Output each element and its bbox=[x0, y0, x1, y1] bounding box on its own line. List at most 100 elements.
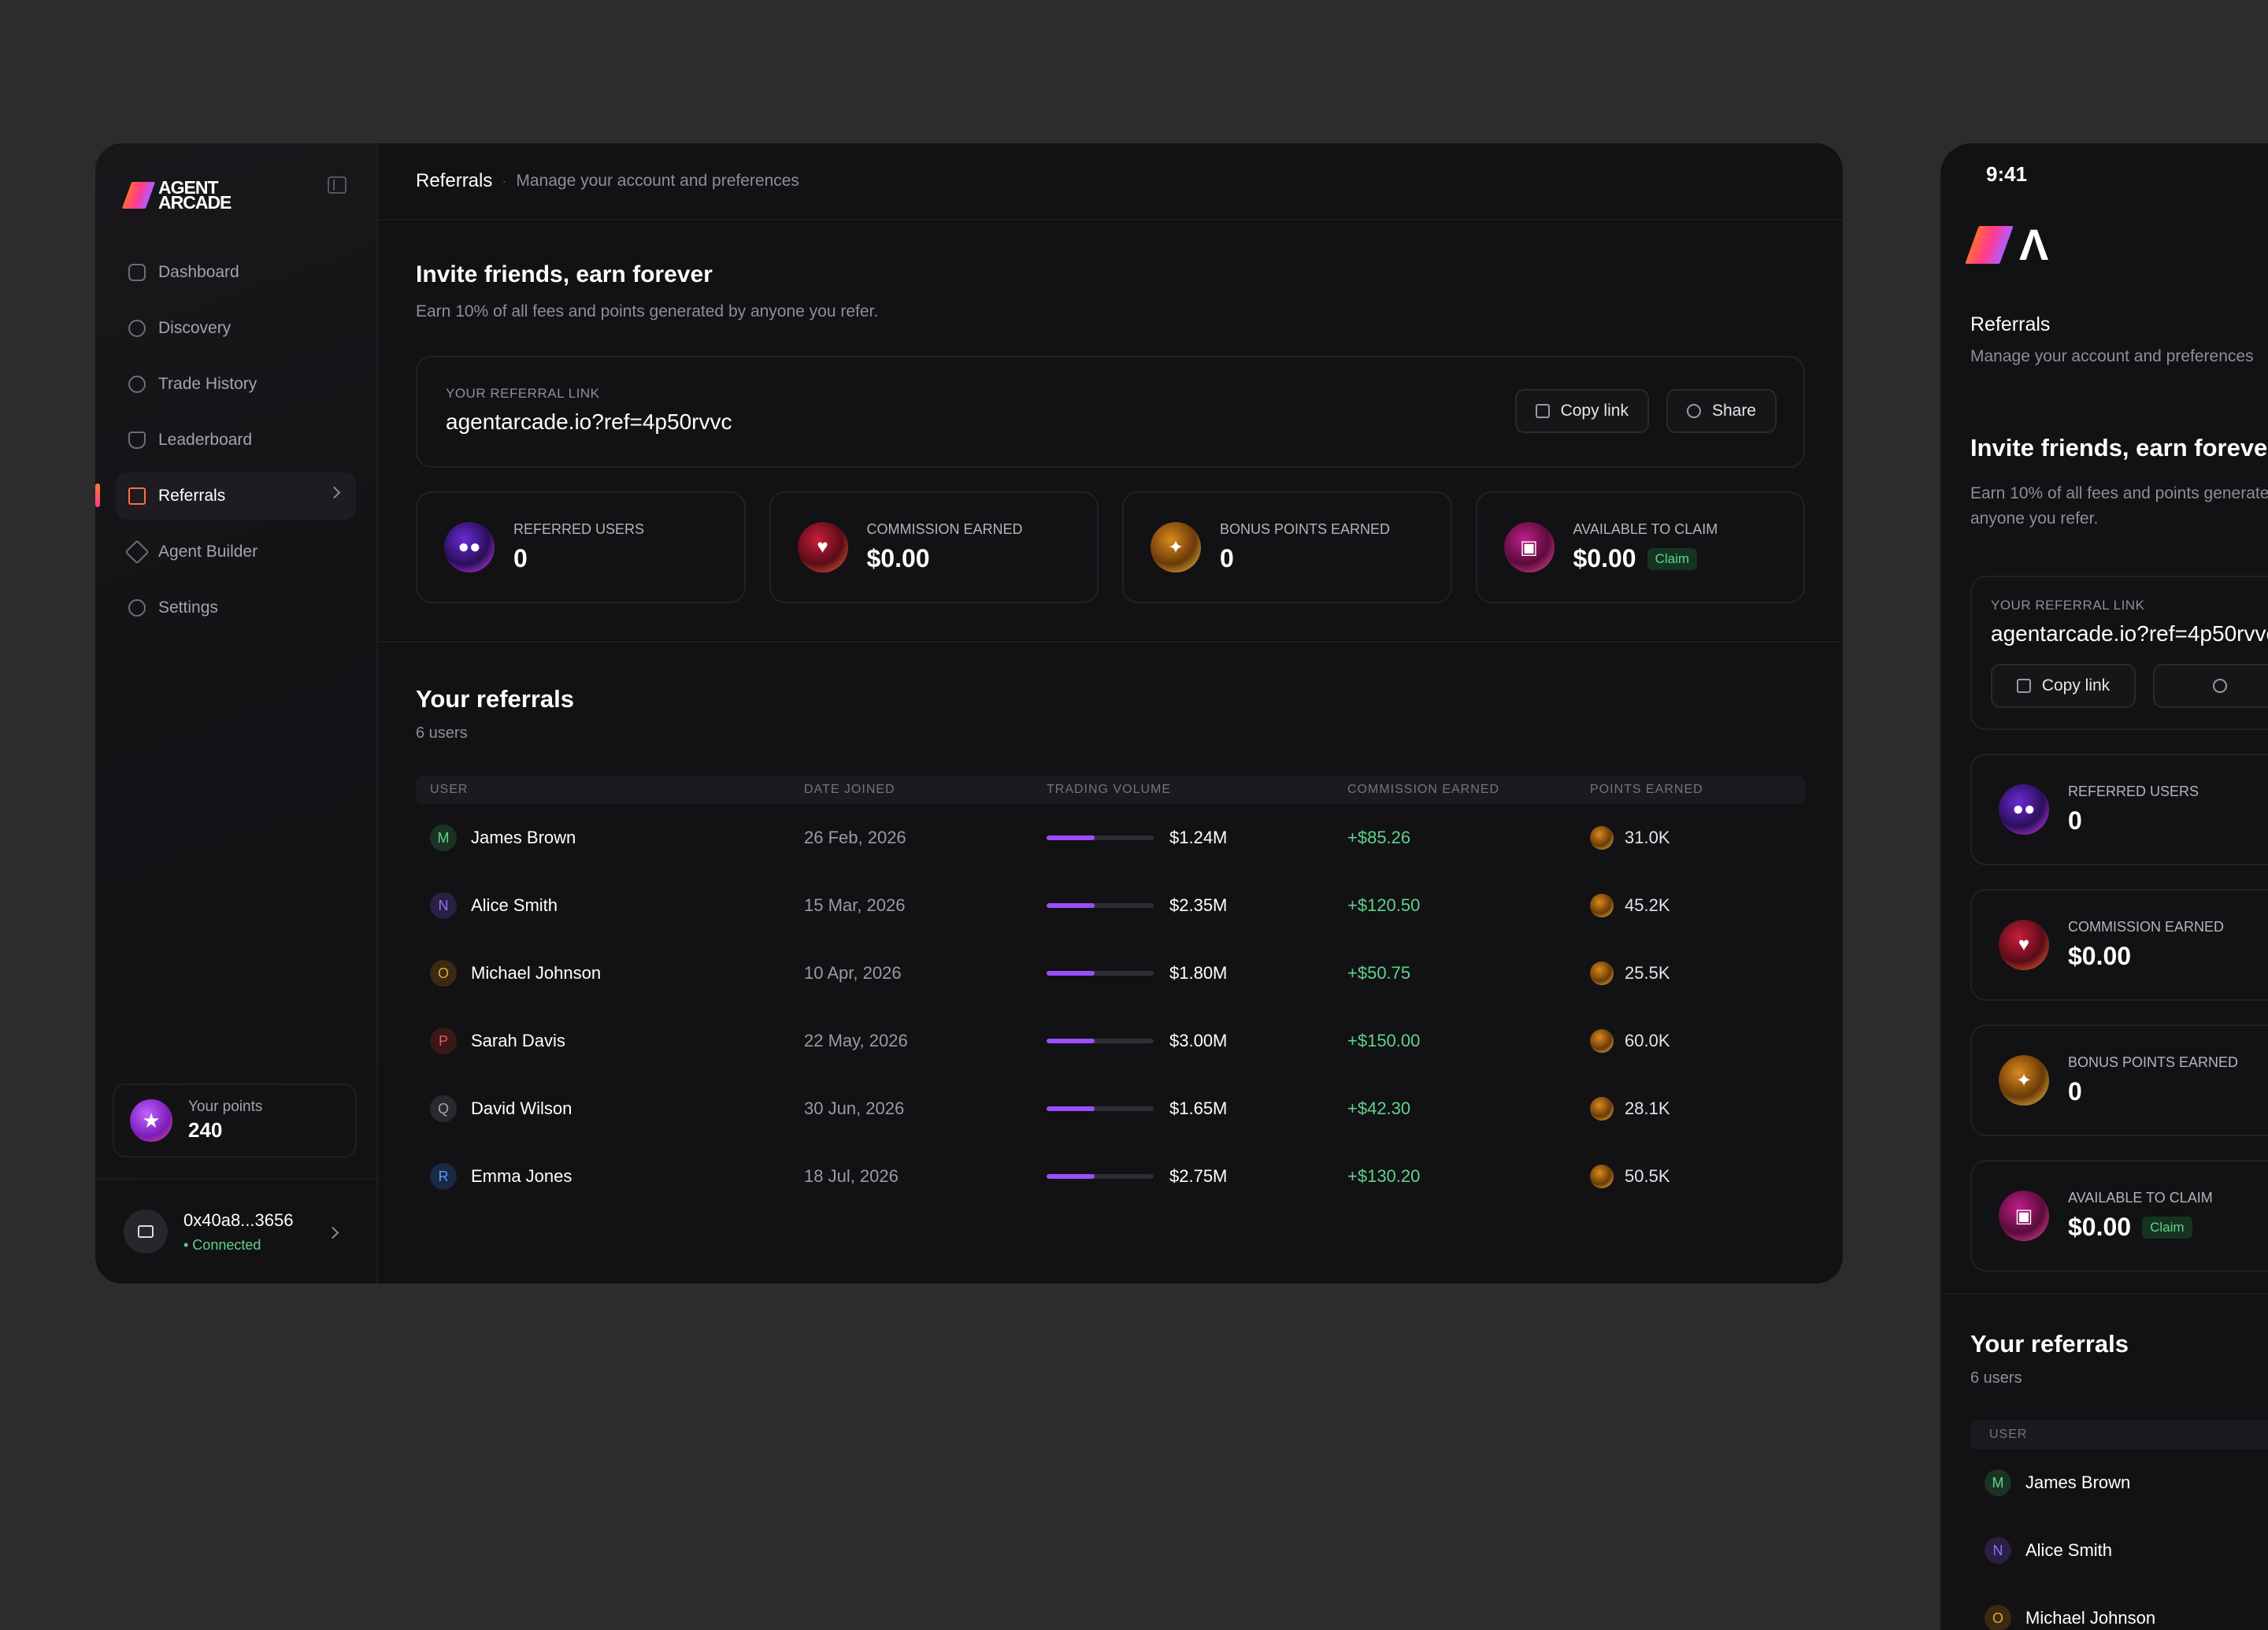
invite-subtitle: Earn 10% of all fees and points generate… bbox=[1970, 484, 2268, 528]
volume-value: $3.00M bbox=[1169, 1031, 1228, 1050]
sidebar-item-leaderboard[interactable]: Leaderboard bbox=[116, 417, 356, 464]
table-row[interactable]: R Emma Jones 18 Jul, 2026 $2.75M +$130.20 50.… bbox=[416, 1143, 1805, 1210]
page-title: Referrals bbox=[416, 170, 493, 191]
main-content: Referrals · Manage your account and pref… bbox=[378, 143, 1843, 1284]
users-icon: ●● bbox=[1999, 784, 2049, 835]
table-row[interactable]: M James Brown 26 Feb, 2026 $1.24M +$85.26 31.… bbox=[416, 804, 1805, 872]
cell-date-joined: 15 Mar, 2026 bbox=[804, 895, 906, 915]
sidebar-item-discovery[interactable]: Discovery bbox=[116, 305, 356, 352]
volume-bar-fill bbox=[1047, 903, 1095, 908]
column-header-date[interactable]: DATE JOINED bbox=[804, 783, 1047, 797]
stat-label: BONUS POINTS EARNED bbox=[1220, 521, 1391, 537]
stat-bonus-points: ✦ BONUS POINTS EARNED 0 bbox=[1970, 1024, 2268, 1136]
volume-bar bbox=[1047, 903, 1154, 908]
referral-link-label: YOUR REFERRAL LINK bbox=[1991, 598, 2145, 613]
cell-user: P Sarah Davis bbox=[416, 1028, 804, 1054]
avatar: O bbox=[1984, 1605, 2011, 1630]
stat-value: $0.00 bbox=[1573, 544, 1636, 572]
sidebar-item-dashboard[interactable]: Dashboard bbox=[116, 249, 356, 296]
cell-commission: +$85.26 bbox=[1347, 828, 1411, 847]
status-bar-time: 9:41 bbox=[1986, 162, 2028, 186]
column-header-user[interactable]: USER bbox=[1970, 1421, 2268, 1449]
copy-link-button[interactable]: Copy link bbox=[1991, 664, 2136, 708]
sidebar-item-agent-builder[interactable]: Agent Builder bbox=[116, 528, 356, 576]
table-row[interactable]: Q David Wilson 30 Jun, 2026 $1.65M +$42.30 28… bbox=[416, 1075, 1805, 1143]
user-name: Emma Jones bbox=[471, 1166, 573, 1186]
points-card[interactable]: ★ Your points 240 bbox=[113, 1084, 357, 1158]
claim-button[interactable]: Claim bbox=[1647, 547, 1698, 570]
gear-icon bbox=[128, 599, 146, 617]
table-row[interactable]: N Alice Smith bbox=[1970, 1517, 2268, 1584]
volume-bar-fill bbox=[1047, 835, 1095, 840]
stat-referred-users: ●● REFERRED USERS 0 bbox=[1970, 754, 2268, 865]
wallet-icon bbox=[124, 1210, 168, 1254]
user-name: Sarah Davis bbox=[471, 1031, 565, 1050]
share-button[interactable]: Share bbox=[1666, 389, 1777, 433]
sidebar-item-settings[interactable]: Settings bbox=[116, 584, 356, 632]
volume-bar bbox=[1047, 1174, 1154, 1179]
stat-label: AVAILABLE TO CLAIM bbox=[1573, 521, 1718, 537]
stat-commission-earned: ♥ COMMISSION EARNED $0.00 bbox=[1970, 889, 2268, 1001]
user-name: Michael Johnson bbox=[471, 963, 602, 983]
stat-value: $0.00 bbox=[2068, 942, 2132, 970]
table-row[interactable]: O Michael Johnson bbox=[1970, 1584, 2268, 1630]
volume-value: $2.75M bbox=[1169, 1166, 1228, 1186]
table-row[interactable]: M James Brown bbox=[1970, 1449, 2268, 1517]
avatar: N bbox=[430, 892, 457, 919]
cell-date-joined: 26 Feb, 2026 bbox=[804, 828, 906, 847]
table-row[interactable]: P Sarah Davis 22 May, 2026 $3.00M +$150.00 60… bbox=[416, 1007, 1805, 1075]
share-button[interactable] bbox=[2153, 664, 2268, 708]
cell-user: M James Brown bbox=[416, 824, 804, 851]
stat-label: COMMISSION EARNED bbox=[2068, 919, 2225, 935]
cell-date-joined: 10 Apr, 2026 bbox=[804, 963, 902, 983]
heart-dollar-icon: ♥ bbox=[1999, 920, 2049, 970]
user-name: James Brown bbox=[471, 828, 576, 847]
gift-icon bbox=[128, 487, 146, 505]
page-subtitle: Manage your account and preferences bbox=[516, 172, 799, 190]
user-name: James Brown bbox=[2025, 1473, 2131, 1492]
volume-value: $1.24M bbox=[1169, 828, 1228, 847]
stat-value: $0.00 bbox=[2068, 1213, 2132, 1241]
sidebar-item-referrals[interactable]: Referrals bbox=[95, 472, 356, 520]
copy-link-button[interactable]: Copy link bbox=[1514, 389, 1649, 433]
referral-link[interactable]: agentarcade.io?ref=4p50rvvc bbox=[1991, 621, 2268, 646]
stat-referred-users: ●● REFERRED USERS 0 bbox=[416, 491, 746, 603]
column-header-user[interactable]: USER bbox=[416, 783, 804, 797]
app-logo[interactable]: AGENT ARCADE bbox=[116, 162, 356, 228]
sidebar-item-trade-history[interactable]: Trade History bbox=[116, 361, 356, 408]
cell-user: Q David Wilson bbox=[416, 1095, 804, 1122]
wallet-button[interactable]: 0x40a8...3656 • Connected bbox=[95, 1178, 376, 1284]
avatar: O bbox=[430, 960, 457, 987]
copy-link-label: Copy link bbox=[1560, 402, 1629, 420]
table-header: USER DATE JOINED TRADING VOLUME COMMISSI… bbox=[416, 776, 1805, 804]
cell-points: 31.0K bbox=[1590, 826, 1670, 850]
sidebar: AGENT ARCADE Dashboard Discovery Trade H… bbox=[95, 143, 378, 1284]
column-header-commission[interactable]: COMMISSION EARNED bbox=[1347, 783, 1590, 797]
claim-button[interactable]: Claim bbox=[2142, 1216, 2192, 1239]
invite-title: Invite friends, earn forever bbox=[416, 261, 713, 287]
points-value: 28.1K bbox=[1625, 1098, 1670, 1118]
coin-icon bbox=[1590, 1029, 1614, 1053]
avatar: R bbox=[430, 1163, 457, 1190]
stat-commission-earned: ♥ COMMISSION EARNED $0.00 bbox=[769, 491, 1099, 603]
user-name: Michael Johnson bbox=[2025, 1608, 2156, 1628]
coin-icon bbox=[1590, 826, 1614, 850]
coin-icon bbox=[1590, 1097, 1614, 1121]
app-logo[interactable]: Λ bbox=[1965, 223, 2048, 267]
gift-icon: ▣ bbox=[1503, 522, 1555, 572]
stat-value: $0.00 bbox=[866, 544, 930, 572]
stat-label: AVAILABLE TO CLAIM bbox=[2068, 1190, 2213, 1206]
volume-value: $1.80M bbox=[1169, 963, 1228, 983]
cell-commission: +$50.75 bbox=[1347, 963, 1411, 983]
sidebar-collapse-icon[interactable] bbox=[328, 176, 346, 194]
cell-points: 45.2K bbox=[1590, 894, 1670, 917]
star-icon: ★ bbox=[130, 1099, 172, 1142]
column-header-points[interactable]: POINTS EARNED bbox=[1590, 783, 1703, 797]
column-header-volume[interactable]: TRADING VOLUME bbox=[1047, 783, 1347, 797]
volume-bar bbox=[1047, 835, 1154, 840]
share-icon bbox=[1686, 404, 1701, 418]
page-title: Referrals bbox=[1970, 313, 2051, 335]
gift-icon: ▣ bbox=[1999, 1191, 2049, 1241]
table-row[interactable]: N Alice Smith 15 Mar, 2026 $2.35M +$120.50 45… bbox=[416, 872, 1805, 939]
table-row[interactable]: O Michael Johnson 10 Apr, 2026 $1.80M +$50.7… bbox=[416, 939, 1805, 1007]
